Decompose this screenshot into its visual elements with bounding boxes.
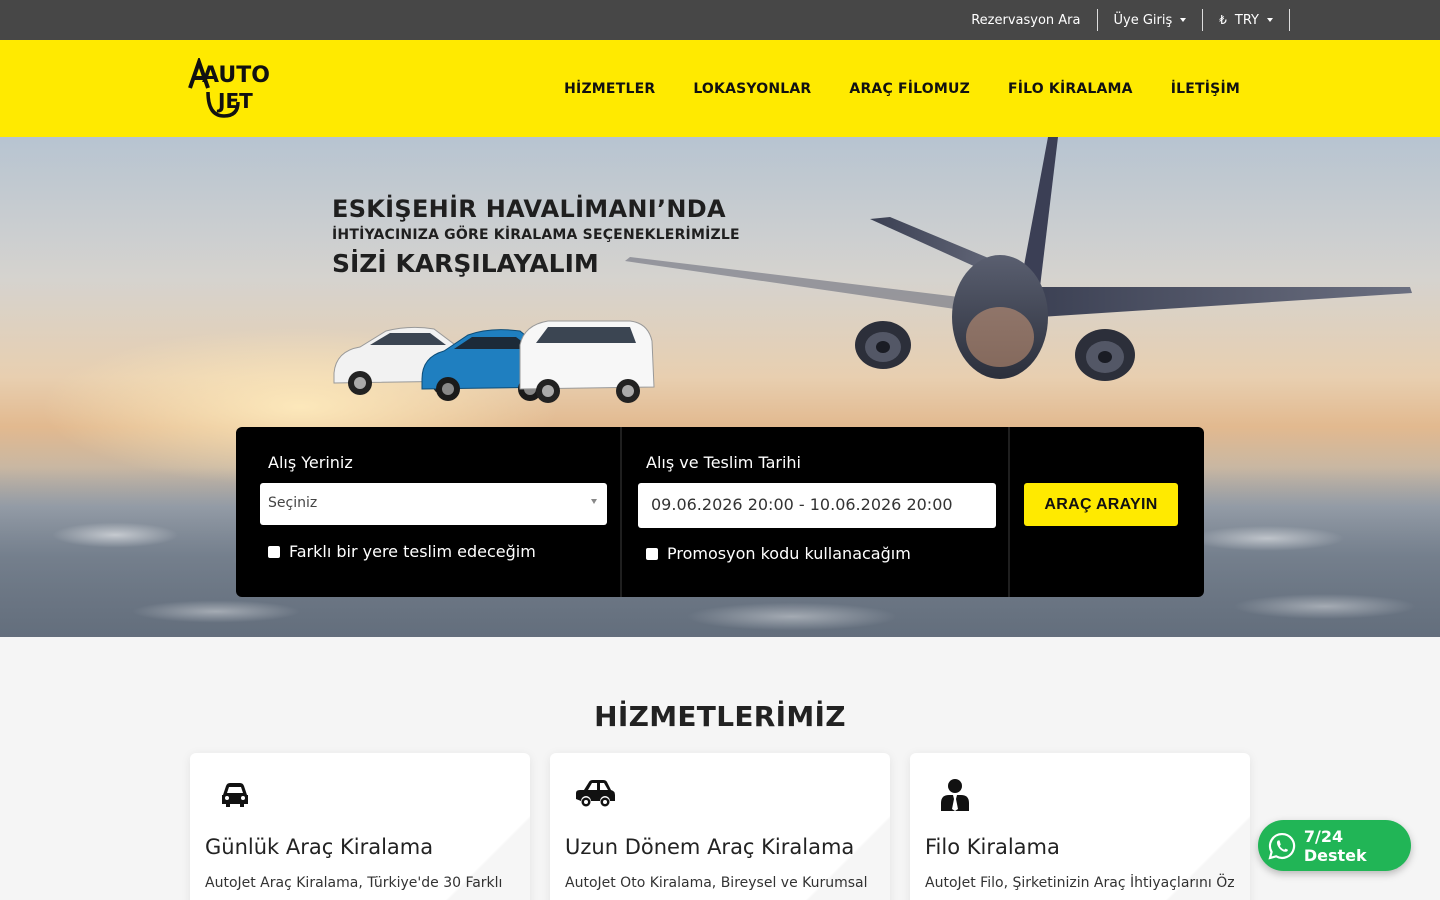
member-login-label: Üye Giriş [1113, 12, 1173, 28]
service-card-title: Filo Kiralama [925, 835, 1060, 859]
main-header: AUTO JET HİZMETLER LOKASYONLAR ARAÇ FİLO… [0, 40, 1440, 137]
car-side-icon [576, 780, 615, 807]
top-links: Rezervasyon Ara Üye Giriş ₺ TRY [955, 0, 1290, 40]
pickup-location-value: Seçiniz [268, 495, 318, 511]
nav-filo-kiralama[interactable]: FİLO KİRALAMA [1008, 81, 1133, 97]
reservation-search-link[interactable]: Rezervasyon Ara [955, 9, 1098, 31]
search-panel: Alış Yeriniz Seçiniz Farklı bir yere tes… [236, 427, 1204, 597]
checkbox-box[interactable] [646, 547, 658, 560]
nav-hizmetler[interactable]: HİZMETLER [564, 81, 655, 97]
service-card-text: AutoJet Oto Kiralama, Bireysel ve Kurums… [565, 875, 868, 891]
hero-line-2: İHTİYACINIZA GÖRE KİRALAMA SEÇENEKLERİMİ… [332, 227, 740, 243]
autojet-logo[interactable]: AUTO JET [186, 58, 278, 120]
whatsapp-icon [1268, 832, 1296, 859]
lira-icon: ₺ [1219, 13, 1227, 27]
chevron-down-icon [1180, 18, 1187, 22]
service-card-daily[interactable]: Günlük Araç Kiralama AutoJet Araç Kirala… [190, 753, 530, 900]
service-card-title: Günlük Araç Kiralama [205, 835, 434, 859]
services-title: HİZMETLERİMİZ [594, 700, 846, 733]
reservation-search-label: Rezervasyon Ara [971, 12, 1081, 28]
nav-iletisim[interactable]: İLETİŞİM [1171, 81, 1240, 97]
logo-text-top: AUTO [202, 63, 270, 88]
service-card-long-term[interactable]: Uzun Dönem Araç Kiralama AutoJet Oto Kir… [550, 753, 890, 900]
nav-arac-filomuz[interactable]: ARAÇ FİLOMUZ [849, 81, 970, 97]
dates-label: Alış ve Teslim Tarihi [646, 453, 801, 472]
checkbox-box[interactable] [268, 545, 280, 558]
car-front-icon [222, 783, 248, 807]
member-login-dropdown[interactable]: Üye Giriş [1098, 9, 1204, 31]
pickup-label: Alış Yeriniz [268, 453, 353, 472]
top-bar: Rezervasyon Ara Üye Giriş ₺ TRY [0, 0, 1440, 40]
whatsapp-support-label: 7/24 Destek [1303, 826, 1367, 865]
currency-label: TRY [1234, 12, 1259, 28]
currency-dropdown[interactable]: ₺ TRY [1203, 9, 1290, 31]
date-range-value: 09.06.2026 20:00 - 10.06.2026 20:00 [651, 495, 953, 514]
business-person-icon [941, 779, 969, 811]
promo-code-label: Promosyon kodu kullanacağım [667, 544, 911, 563]
cars-image [333, 320, 655, 403]
search-cars-button[interactable]: ARAÇ ARAYIN [1024, 483, 1178, 526]
service-card-text: AutoJet Filo, Şirketinizin Araç İhtiyaçl… [925, 875, 1235, 891]
hero-line-3: SİZİ KARŞILAYALIM [332, 249, 599, 278]
whatsapp-support-button[interactable]: 7/24 Destek [1258, 820, 1411, 871]
dropdown-arrow-icon [591, 499, 597, 504]
different-dropoff-label: Farklı bir yere teslim edeceğim [289, 542, 536, 561]
search-button-column: ARAÇ ARAYIN [1010, 427, 1204, 597]
pickup-location-select[interactable]: Seçiniz [260, 483, 607, 525]
date-range-input[interactable]: 09.06.2026 20:00 - 10.06.2026 20:00 [638, 483, 996, 528]
service-card-text: AutoJet Araç Kiralama, Türkiye'de 30 Far… [205, 875, 503, 891]
hero-line-1: ESKİŞEHİR HAVALİMANI’NDA [332, 195, 726, 223]
service-card-fleet[interactable]: Filo Kiralama AutoJet Filo, Şirketinizin… [910, 753, 1250, 900]
logo-text-bottom: JET [216, 89, 253, 113]
nav-lokasyonlar[interactable]: LOKASYONLAR [693, 81, 811, 97]
chevron-down-icon [1267, 18, 1273, 22]
main-nav: HİZMETLER LOKASYONLAR ARAÇ FİLOMUZ FİLO … [526, 40, 1240, 137]
promo-code-checkbox[interactable]: Promosyon kodu kullanacağım [646, 544, 911, 563]
dates-column: Alış ve Teslim Tarihi 09.06.2026 20:00 -… [622, 427, 1010, 597]
different-dropoff-checkbox[interactable]: Farklı bir yere teslim edeceğim [268, 542, 536, 561]
pickup-column: Alış Yeriniz Seçiniz Farklı bir yere tes… [236, 427, 622, 597]
hero-banner: ESKİŞEHİR HAVALİMANI’NDA İHTİYACINIZA GÖ… [0, 137, 1440, 637]
service-card-title: Uzun Dönem Araç Kiralama [565, 835, 855, 859]
hero-headline: ESKİŞEHİR HAVALİMANI’NDA İHTİYACINIZA GÖ… [332, 195, 740, 278]
